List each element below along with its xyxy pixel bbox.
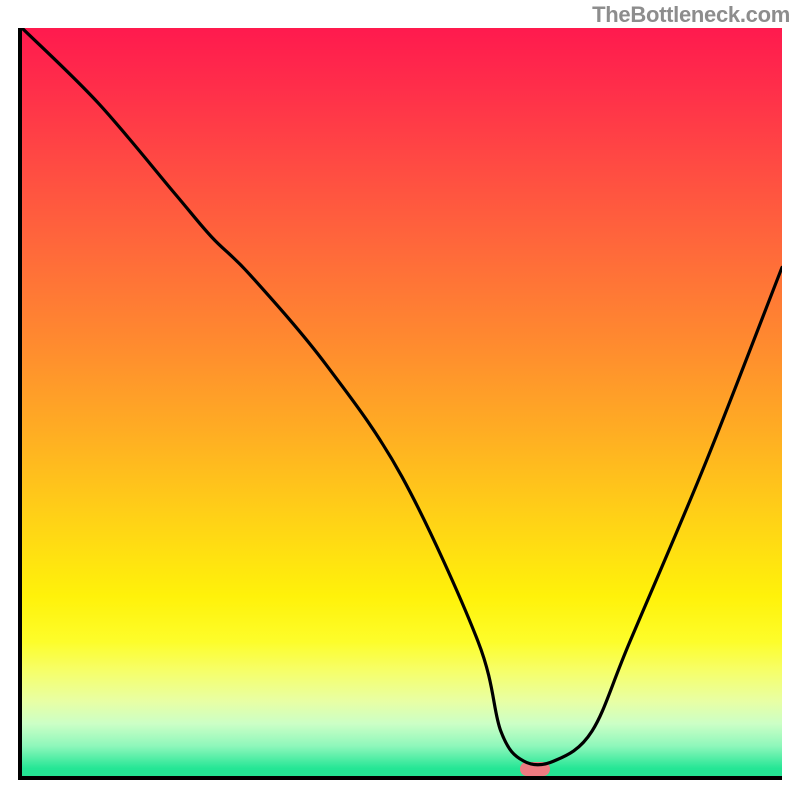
curve-path: [22, 28, 782, 765]
bottleneck-curve: [22, 28, 782, 776]
chart-container: TheBottleneck.com: [0, 0, 800, 800]
watermark-text: TheBottleneck.com: [592, 2, 790, 28]
plot-area: [22, 28, 782, 776]
